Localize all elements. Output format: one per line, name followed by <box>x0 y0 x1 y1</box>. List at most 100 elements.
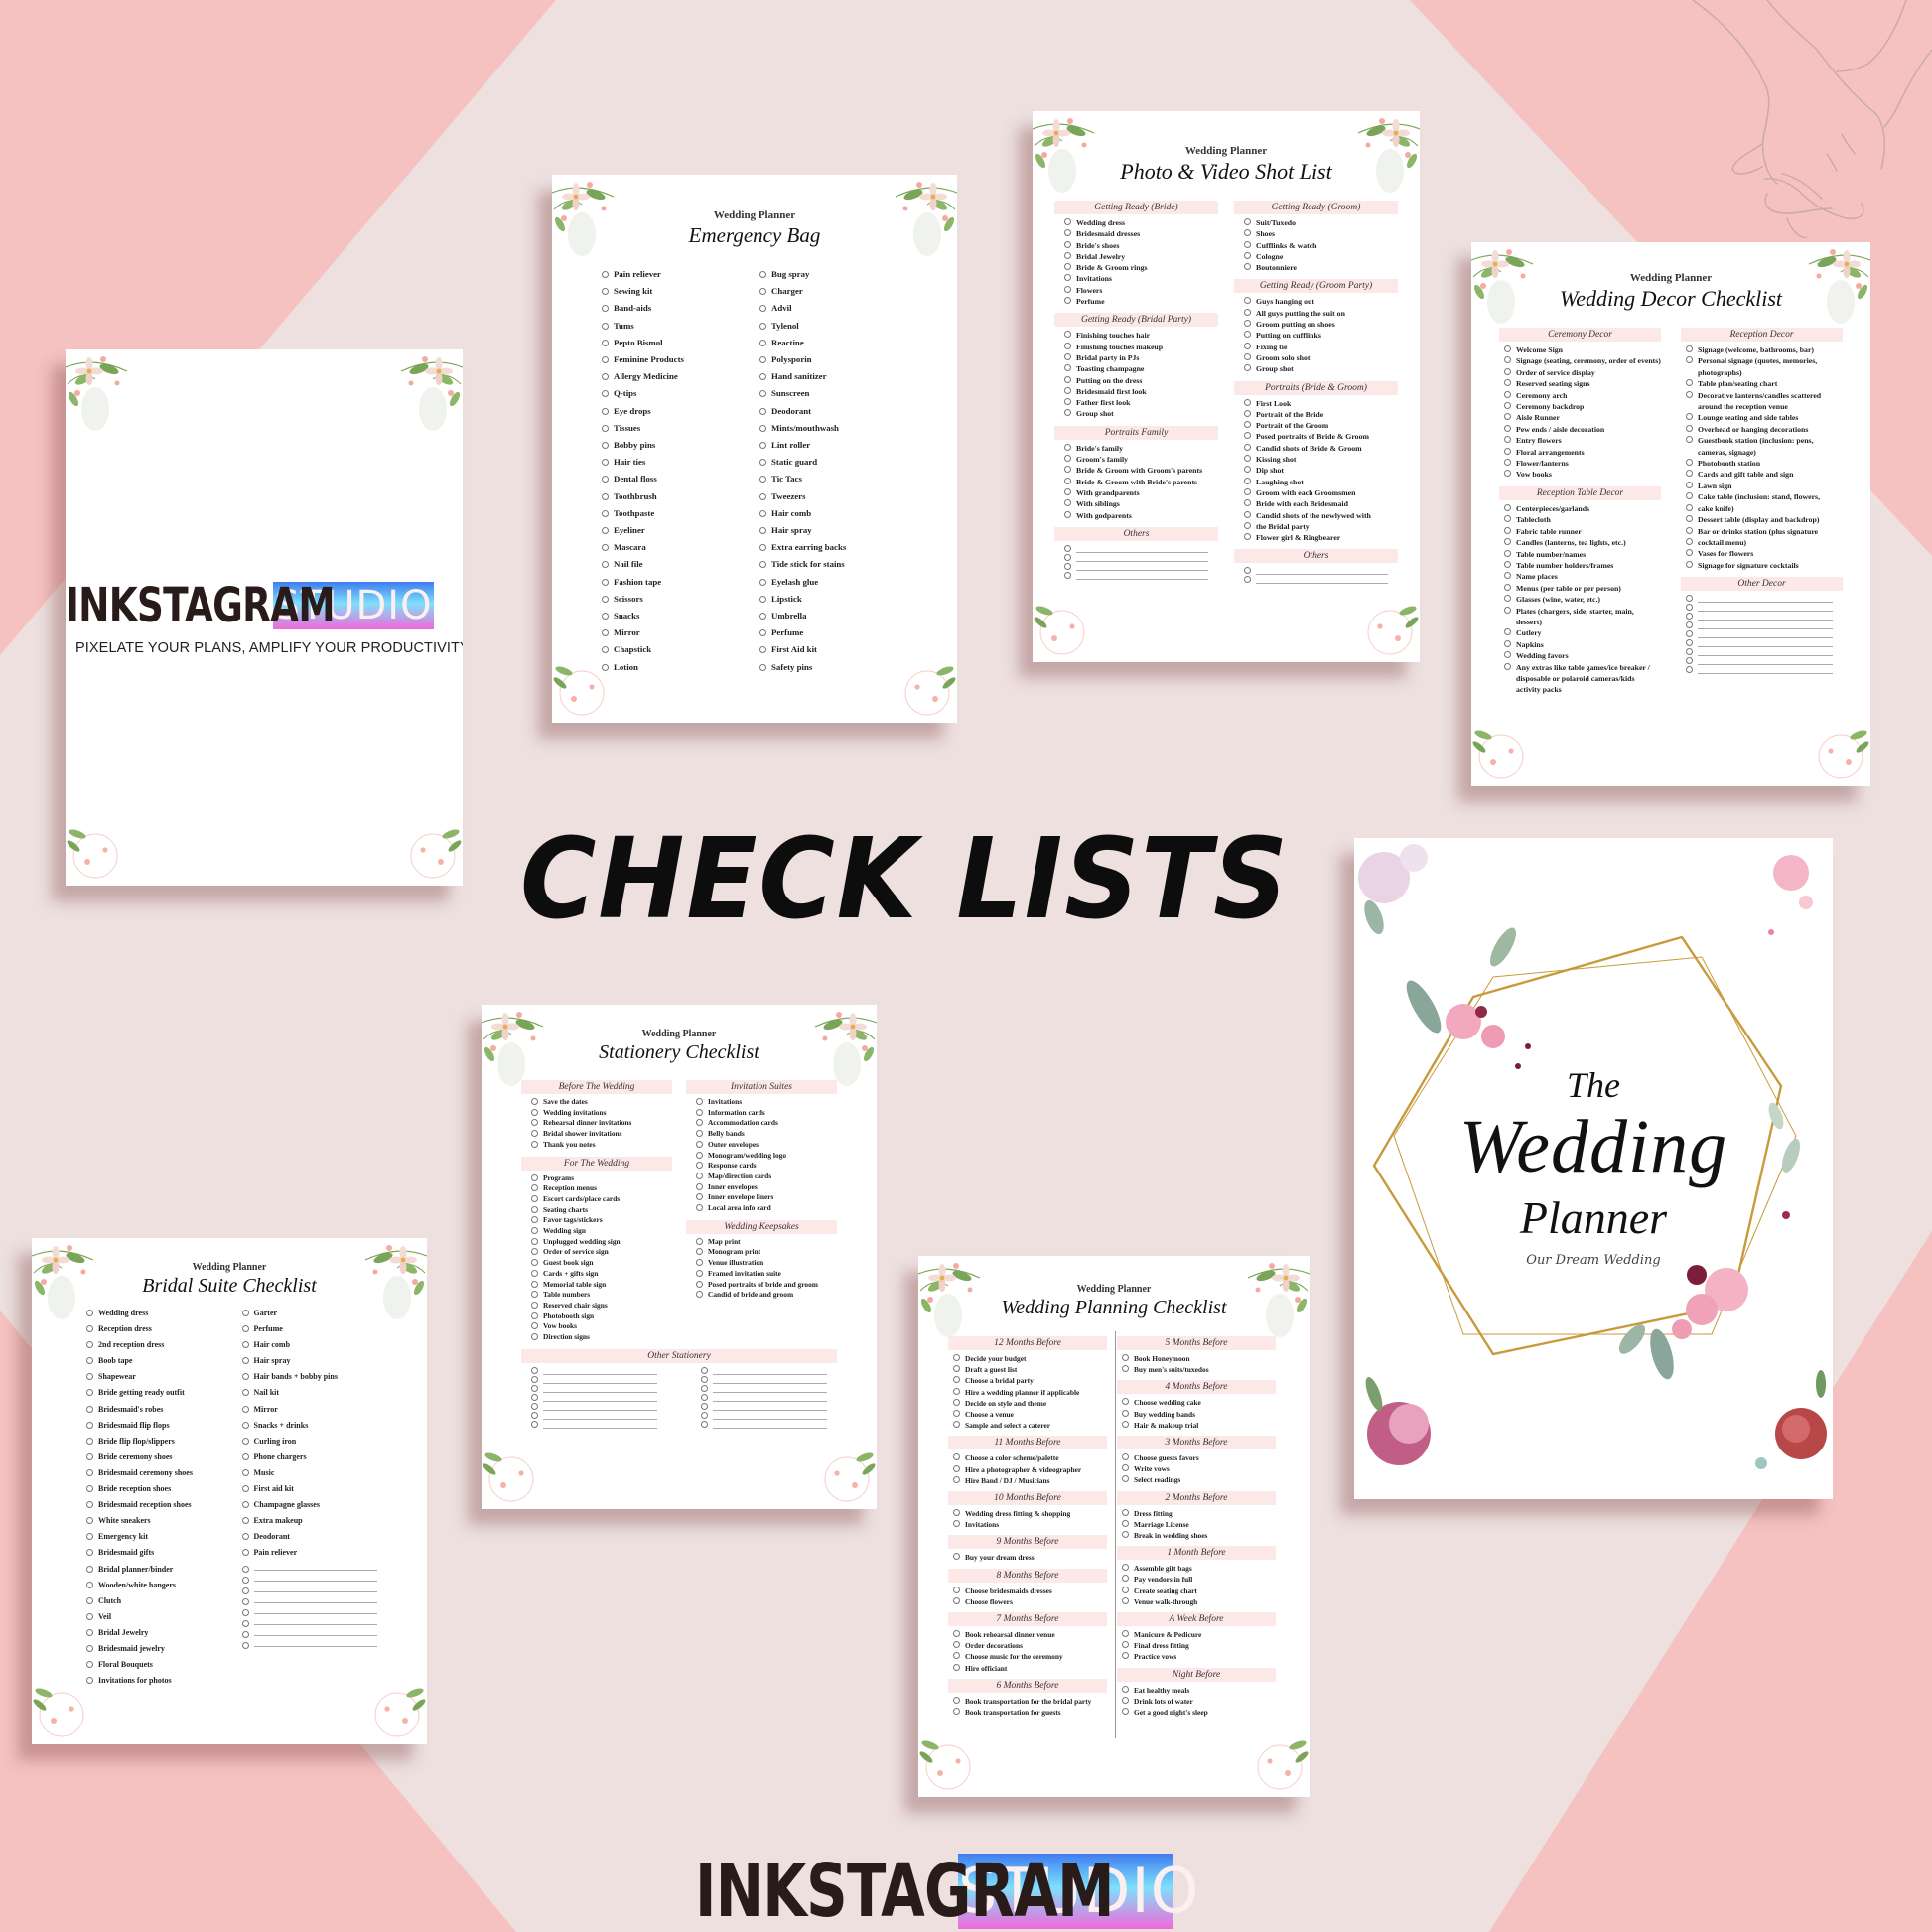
checklist-item[interactable]: Hire officiant <box>948 1663 1107 1674</box>
checklist-item[interactable]: Entry flowers <box>1499 435 1661 446</box>
checklist-item[interactable]: Rehearsal dinner invitations <box>521 1118 672 1129</box>
checklist-item[interactable]: Charger <box>759 283 917 300</box>
checkbox-circle-icon[interactable] <box>1686 666 1693 674</box>
checkbox-circle-icon[interactable] <box>531 1333 538 1341</box>
checkbox-circle-icon[interactable] <box>86 1581 93 1588</box>
checklist-item[interactable]: Invitations <box>686 1097 837 1108</box>
checklist-item[interactable]: Bar or drinks station (plus signature <box>1681 526 1843 537</box>
checklist-item[interactable]: Hand sanitizer <box>759 368 917 385</box>
checkbox-circle-icon[interactable] <box>1122 1365 1129 1373</box>
checklist-item[interactable]: Response cards <box>686 1161 837 1172</box>
checkbox-circle-icon[interactable] <box>1686 470 1693 478</box>
checklist-item[interactable]: Information cards <box>686 1108 837 1119</box>
checkbox-circle-icon[interactable] <box>1686 549 1693 557</box>
checkbox-circle-icon[interactable] <box>1504 436 1511 444</box>
checkbox-circle-icon[interactable] <box>1064 251 1071 259</box>
checkbox-circle-icon[interactable] <box>696 1151 703 1159</box>
checklist-item[interactable]: Extra earring backs <box>759 539 917 556</box>
checklist-item[interactable]: Wooden/white hangers <box>86 1578 232 1593</box>
checklist-item[interactable]: Boutonniere <box>1234 262 1398 273</box>
checkbox-circle-icon[interactable] <box>953 1520 960 1528</box>
checklist-item[interactable]: Mascara <box>602 539 759 556</box>
checkbox-circle-icon[interactable] <box>86 1357 93 1365</box>
checkbox-circle-icon[interactable] <box>86 1421 93 1429</box>
checkbox-circle-icon[interactable] <box>1504 367 1511 375</box>
checkbox-circle-icon[interactable] <box>86 1612 93 1620</box>
checklist-item[interactable]: Overhead or hanging decorations <box>1681 424 1843 435</box>
checkbox-circle-icon[interactable] <box>759 390 766 398</box>
checkbox-circle-icon[interactable] <box>602 509 609 517</box>
checkbox-circle-icon[interactable] <box>602 646 609 654</box>
checklist-item[interactable]: Group shot <box>1234 363 1398 374</box>
checkbox-circle-icon[interactable] <box>531 1420 538 1428</box>
checkbox-circle-icon[interactable] <box>1064 409 1071 417</box>
checklist-item[interactable]: Groom putting on shoes <box>1234 319 1398 330</box>
checklist-item[interactable]: Wedding sign <box>521 1226 672 1237</box>
checklist-item[interactable]: Choose a venue <box>948 1409 1107 1420</box>
checklist-item[interactable]: Eyeliner <box>602 522 759 539</box>
checkbox-circle-icon[interactable] <box>1122 1685 1129 1693</box>
checkbox-circle-icon[interactable] <box>241 1619 249 1627</box>
checklist-item[interactable]: Bridal planner/binder <box>86 1562 232 1578</box>
checklist-item[interactable] <box>1681 621 1843 630</box>
checkbox-circle-icon[interactable] <box>1244 477 1251 484</box>
checkbox-circle-icon[interactable] <box>1686 379 1693 387</box>
checkbox-circle-icon[interactable] <box>696 1162 703 1170</box>
checkbox-circle-icon[interactable] <box>1686 657 1693 665</box>
checklist-item[interactable]: Assemble gift bags <box>1117 1563 1276 1574</box>
checklist-item[interactable]: Bug spray <box>759 266 917 283</box>
checklist-item[interactable]: Plates (chargers, side, starter, main, d… <box>1499 606 1661 628</box>
checklist-item[interactable]: Thank you notes <box>521 1140 672 1151</box>
checkbox-circle-icon[interactable] <box>696 1172 703 1179</box>
checkbox-circle-icon[interactable] <box>531 1098 538 1105</box>
blank-write-line[interactable] <box>1076 544 1208 553</box>
checkbox-circle-icon[interactable] <box>1064 487 1071 495</box>
checklist-item[interactable]: Order of service sign <box>521 1247 672 1258</box>
checklist-item[interactable]: Cake table (inclusion: stand, flowers, <box>1681 491 1843 502</box>
checkbox-circle-icon[interactable] <box>1064 562 1071 570</box>
checkbox-circle-icon[interactable] <box>241 1641 249 1649</box>
checklist-item[interactable]: Cufflinks & watch <box>1234 240 1398 251</box>
checkbox-circle-icon[interactable] <box>86 1565 93 1573</box>
checklist-item[interactable]: Bride's family <box>1054 443 1218 454</box>
checkbox-circle-icon[interactable] <box>701 1420 708 1428</box>
checklist-item[interactable]: Create seating chart <box>1117 1586 1276 1596</box>
checklist-item[interactable]: With godparents <box>1054 510 1218 521</box>
checklist-item[interactable]: Reception menus <box>521 1183 672 1194</box>
checkbox-circle-icon[interactable] <box>602 561 609 569</box>
checklist-item[interactable] <box>691 1411 837 1420</box>
checklist-item[interactable]: Hair spray <box>759 522 917 539</box>
checklist-item[interactable]: Accommodation cards <box>686 1118 837 1129</box>
blank-write-line[interactable] <box>713 1402 827 1411</box>
checkbox-circle-icon[interactable] <box>1064 510 1071 518</box>
checklist-item[interactable]: Q-tips <box>602 385 759 402</box>
checklist-item[interactable]: Monogram print <box>686 1247 837 1258</box>
checklist-item[interactable]: Candid of bride and groom <box>686 1290 837 1301</box>
checkbox-circle-icon[interactable] <box>953 1421 960 1429</box>
checkbox-circle-icon[interactable] <box>1122 1453 1129 1461</box>
checklist-item[interactable]: Cards + gifts sign <box>521 1269 672 1280</box>
checkbox-circle-icon[interactable] <box>1122 1420 1129 1428</box>
blank-write-line[interactable] <box>1698 665 1833 675</box>
checklist-item[interactable]: Glasses (wine, water, etc.) <box>1499 594 1661 605</box>
checklist-item[interactable]: Flower/lanterns <box>1499 458 1661 469</box>
checklist-item[interactable]: Groom solo shot <box>1234 352 1398 363</box>
checklist-item[interactable]: Eat healthy meals <box>1117 1685 1276 1696</box>
checklist-item[interactable]: Bride with each Bridesmaid <box>1234 498 1398 509</box>
checkbox-circle-icon[interactable] <box>86 1644 93 1652</box>
checklist-item[interactable]: Hire a wedding planner if applicable <box>948 1387 1107 1398</box>
checklist-item[interactable]: Finishing touches makeup <box>1054 342 1218 352</box>
checklist-item[interactable]: Sewing kit <box>602 283 759 300</box>
checkbox-circle-icon[interactable] <box>696 1237 703 1245</box>
checklist-item[interactable] <box>521 1393 667 1402</box>
blank-write-line[interactable] <box>253 1562 377 1571</box>
checklist-item[interactable]: Any extras like table games/ice breaker … <box>1499 662 1661 696</box>
checklist-item[interactable] <box>241 1594 388 1605</box>
checkbox-circle-icon[interactable] <box>1244 567 1251 575</box>
checklist-item[interactable] <box>241 1562 388 1573</box>
checklist-item[interactable]: Bridal Jewelry <box>1054 251 1218 262</box>
checklist-item[interactable]: Bride & Groom with Bride's parents <box>1054 477 1218 487</box>
checklist-item[interactable]: Tissues <box>602 420 759 437</box>
checkbox-circle-icon[interactable] <box>531 1411 538 1419</box>
checklist-item[interactable]: Tweezers <box>759 488 917 505</box>
